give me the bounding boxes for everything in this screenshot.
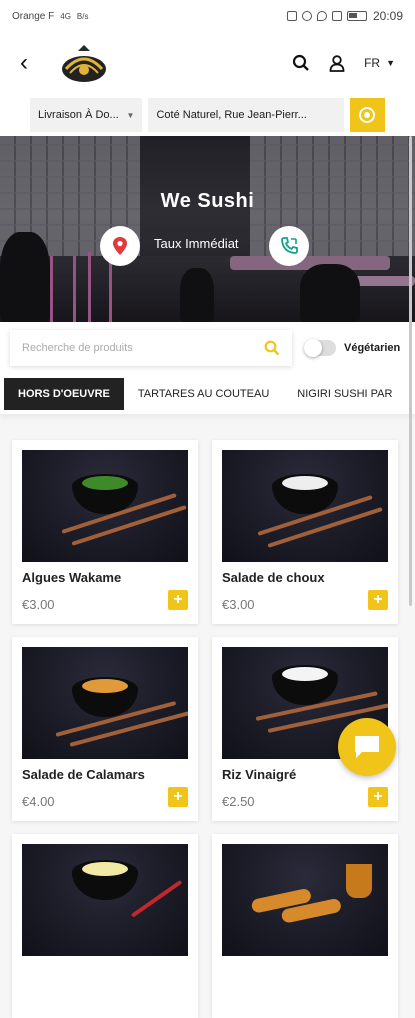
product-price: €3.00 [222,597,255,612]
tab-hors-doeuvre[interactable]: HORS D'OEUVRE [4,378,124,410]
map-location-button[interactable] [100,226,140,266]
product-search-input[interactable]: Recherche de produits [10,330,292,366]
speed-label: B/s [76,11,89,21]
restaurant-hero-banner: We Sushi Taux Immédiat [0,136,415,322]
crosshair-icon [359,107,376,123]
vibrate-icon [331,11,342,21]
search-placeholder: Recherche de produits [22,342,133,354]
status-bar: Orange F 4G B/s 20:09 [0,0,415,32]
category-tabs: HORS D'OEUVRE TARTARES AU COUTEAU NIGIRI… [0,374,415,414]
system-icons [286,11,367,21]
vegetarian-filter: Végétarien [304,339,401,357]
search-row: Recherche de produits Végétarien [0,322,415,374]
product-card[interactable]: Salade de Calamars €4.00 + [12,637,198,821]
clock: 20:09 [372,9,403,23]
restaurant-logo [62,45,106,82]
product-card[interactable] [212,834,398,1018]
nfc-icon [286,11,297,21]
tab-nigiri-sushi[interactable]: NIGIRI SUSHI PAR [283,378,406,410]
map-pin-icon [113,237,127,255]
tab-tartares-au-couteau[interactable]: TARTARES AU COUTEAU [124,378,283,410]
product-name: Salade de Calamars [22,767,145,782]
delivery-mode-label: Livraison À Do... [38,109,119,121]
product-image [222,844,388,956]
address-label: Coté Naturel, Rue Jean-Pierr... [156,109,307,121]
vegetarian-label: Végétarien [344,342,401,354]
product-card[interactable]: Salade de choux €3.00 + [212,440,398,624]
add-to-cart-button[interactable]: + [168,590,188,610]
product-image [222,450,388,562]
carrier-label: Orange F [12,10,55,22]
product-price: €2.50 [222,794,255,809]
bluetooth-icon [301,11,312,21]
network-label: 4G [60,11,71,21]
product-name: Algues Wakame [22,570,122,585]
back-arrow-icon[interactable]: ‹ [20,49,46,77]
app-header: ‹ FR ▼ [0,32,415,94]
caret-down-icon: ▼ [126,110,135,120]
product-price: €3.00 [22,597,55,612]
phone-icon [281,237,298,254]
call-button[interactable] [269,226,309,266]
scrollbar[interactable] [409,136,412,606]
battery-icon [346,11,367,21]
add-to-cart-button[interactable]: + [368,787,388,807]
product-card[interactable]: Algues Wakame €3.00 + [12,440,198,624]
vegetarian-toggle[interactable] [304,339,336,357]
product-image [22,844,188,956]
product-image [22,450,188,562]
restaurant-name: We Sushi [160,190,255,212]
product-name: Salade de choux [222,570,325,585]
add-to-cart-button[interactable]: + [168,787,188,807]
chat-bubble-icon [355,736,379,758]
add-to-cart-button[interactable]: + [368,590,388,610]
language-selector[interactable]: FR ▼ [364,56,395,70]
caret-down-icon: ▼ [386,58,395,68]
chat-button[interactable] [338,718,396,776]
delivery-mode-select[interactable]: Livraison À Do... ▼ [30,98,143,132]
rate-label: Taux Immédiat [154,236,239,251]
search-icon[interactable] [264,340,280,356]
product-card[interactable] [12,834,198,1018]
language-label: FR [364,56,381,70]
location-icon [316,11,327,21]
locate-me-button[interactable] [349,98,386,132]
product-price: €4.00 [22,794,55,809]
address-field[interactable]: Coté Naturel, Rue Jean-Pierr... [148,98,344,132]
user-icon[interactable] [328,54,346,72]
search-icon[interactable] [292,54,310,72]
product-image [22,647,188,759]
delivery-address-bar: Livraison À Do... ▼ Coté Naturel, Rue Je… [0,94,415,136]
